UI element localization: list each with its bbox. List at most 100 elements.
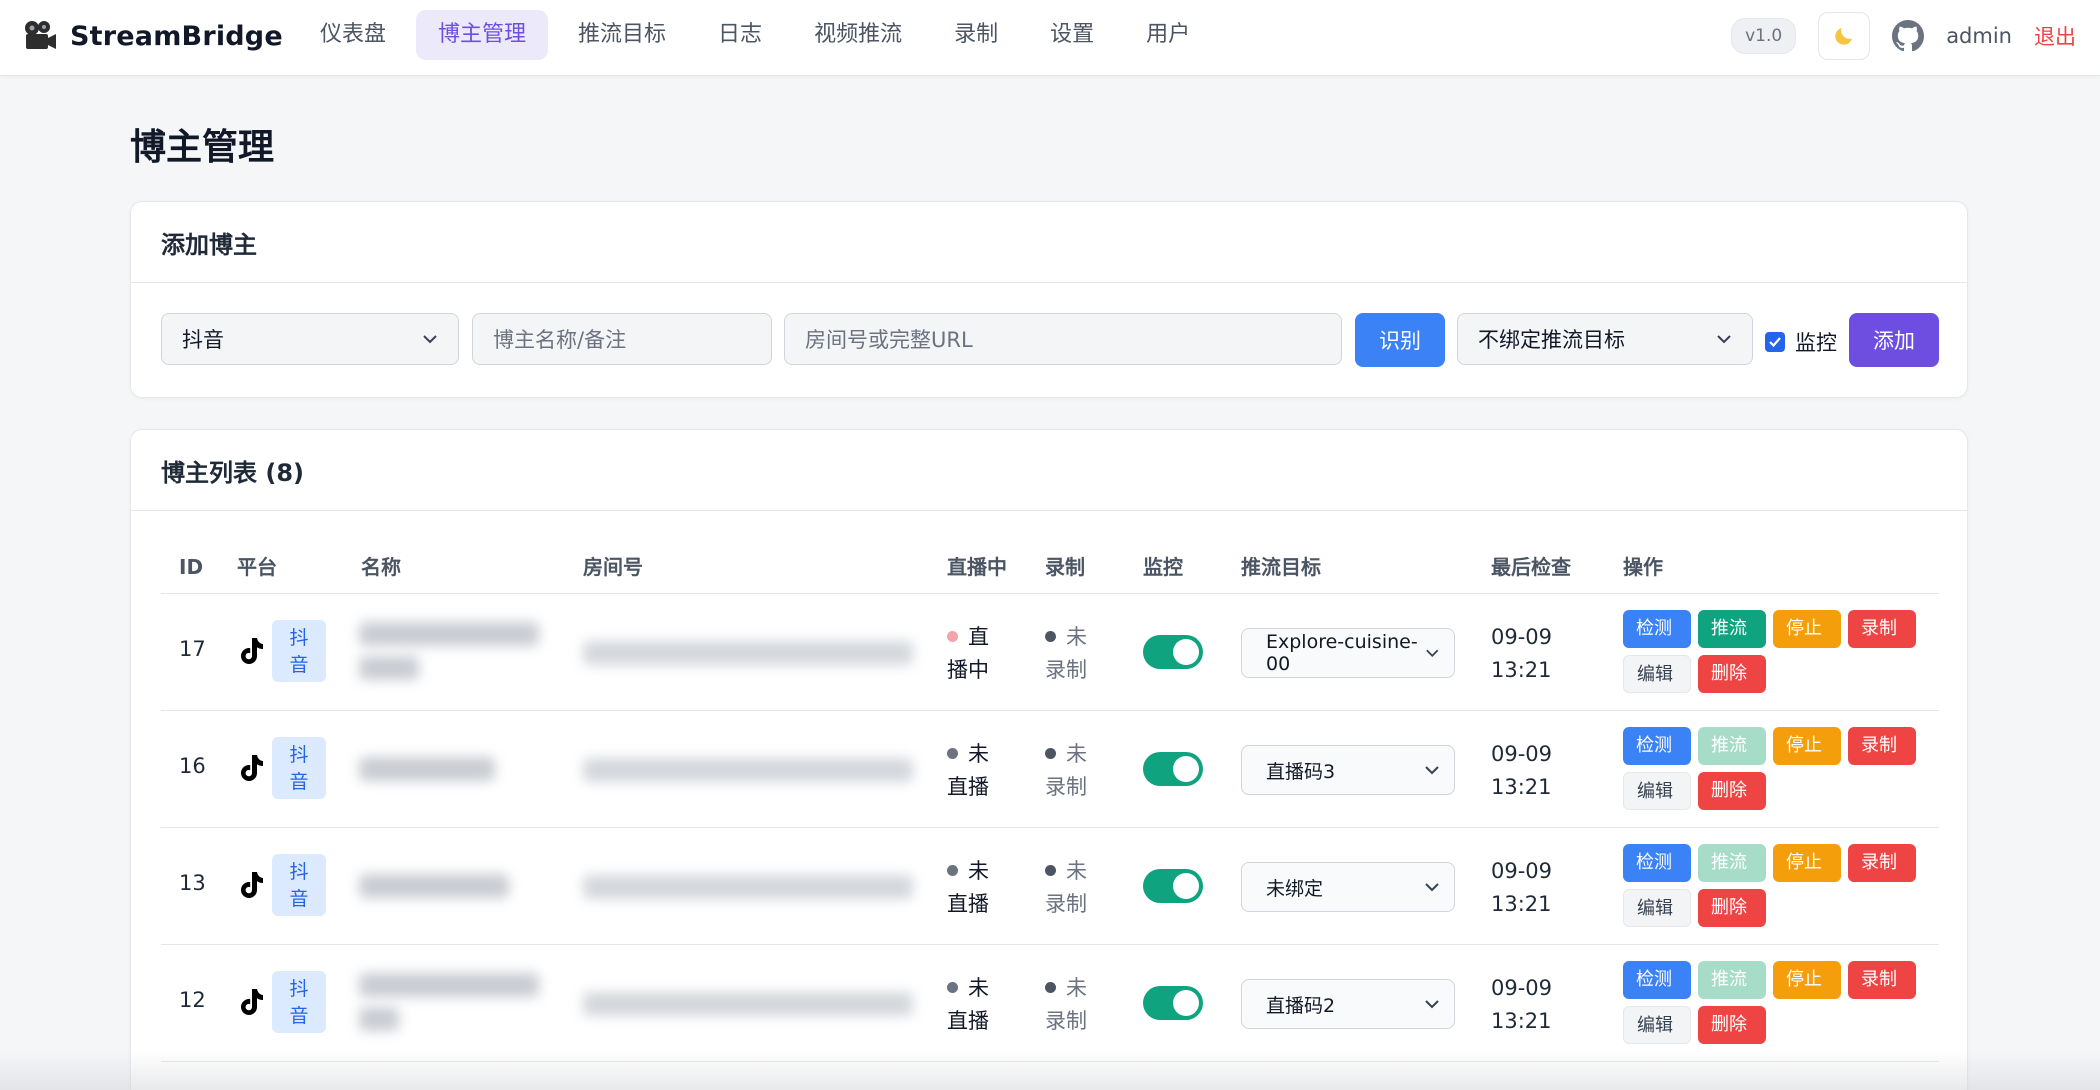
platform-badge: 抖音 xyxy=(272,971,326,1033)
push-button[interactable]: 推流 xyxy=(1698,610,1766,648)
live-status-l2: 直播 xyxy=(947,775,989,799)
row-push-target-select[interactable]: 未绑定 xyxy=(1241,862,1455,912)
col-monitor: 监控 xyxy=(1143,555,1183,579)
blurred-name xyxy=(359,656,419,680)
delete-button[interactable]: 删除 xyxy=(1698,1006,1766,1044)
detect-button[interactable]: 检测 xyxy=(1623,727,1691,765)
push-button[interactable]: 推流 xyxy=(1698,844,1766,882)
edit-button[interactable]: 编辑 xyxy=(1623,889,1691,927)
detect-button[interactable]: 检测 xyxy=(1623,610,1691,648)
edit-button[interactable]: 编辑 xyxy=(1623,1006,1691,1044)
last-check: 09-09 13:21 xyxy=(1491,855,1552,921)
delete-button[interactable]: 删除 xyxy=(1698,889,1766,927)
main-nav: 仪表盘 博主管理 推流目标 日志 视频推流 录制 设置 用户 xyxy=(298,10,1212,60)
push-button[interactable]: 推流 xyxy=(1698,961,1766,999)
nav-blogger-management[interactable]: 博主管理 xyxy=(416,10,549,60)
push-target-select[interactable]: 不绑定推流目标 xyxy=(1457,313,1753,365)
tiktok-icon xyxy=(241,989,263,1015)
brand[interactable]: StreamBridge xyxy=(22,14,283,58)
monitor-toggle[interactable] xyxy=(1143,869,1203,903)
blurred-room-id xyxy=(583,875,913,899)
blurred-name xyxy=(359,757,495,781)
recording-status: 未录制 xyxy=(1045,855,1103,921)
last-check-time: 13:21 xyxy=(1491,775,1552,799)
monitor-toggle[interactable] xyxy=(1143,635,1203,669)
monitor-checkbox[interactable] xyxy=(1765,332,1785,352)
live-status-l1: 未 xyxy=(968,976,989,1000)
record-button[interactable]: 录制 xyxy=(1848,727,1916,765)
live-status-l1: 直 xyxy=(968,625,989,649)
nav-push-targets[interactable]: 推流目标 xyxy=(556,10,688,60)
live-dot xyxy=(947,864,958,876)
stop-button[interactable]: 停止 xyxy=(1773,961,1841,999)
push-button[interactable]: 推流 xyxy=(1698,727,1766,765)
row-push-target-select[interactable]: 直播码2 xyxy=(1241,979,1455,1029)
stop-button[interactable]: 停止 xyxy=(1773,844,1841,882)
live-status-l2: 直播 xyxy=(947,1009,989,1033)
delete-button[interactable]: 删除 xyxy=(1698,772,1766,810)
col-id: ID xyxy=(179,555,204,579)
detect-button[interactable]: 检测 xyxy=(1623,844,1691,882)
live-status: 未直播 xyxy=(947,972,1005,1038)
row-push-target-select[interactable]: Explore-cuisine-00 xyxy=(1241,628,1455,678)
nav-video-push[interactable]: 视频推流 xyxy=(792,10,924,60)
app-name: StreamBridge xyxy=(70,20,283,52)
stop-button[interactable]: 停止 xyxy=(1773,727,1841,765)
live-status: 直播中 xyxy=(947,621,1005,687)
platform-badge-text: 抖音 xyxy=(289,861,309,910)
recording-status-l2: 录制 xyxy=(1045,658,1087,682)
chevron-down-icon xyxy=(1425,1000,1439,1009)
table-row: 12 抖音 未直播 未录制 直播码2 09-09 13:21 检测 推流 停止 录… xyxy=(161,945,1939,1062)
last-check-date: 09-09 xyxy=(1491,625,1553,649)
nav-users[interactable]: 用户 xyxy=(1124,10,1212,60)
blogger-list-title: 博主列表 (8) xyxy=(131,430,1967,511)
recording-dot xyxy=(1045,981,1056,993)
row-push-target-value: 直播码3 xyxy=(1266,760,1336,783)
nav-dashboard[interactable]: 仪表盘 xyxy=(298,10,408,60)
live-dot xyxy=(947,747,958,759)
last-check: 09-09 13:21 xyxy=(1491,972,1552,1038)
edit-button[interactable]: 编辑 xyxy=(1623,772,1691,810)
theme-toggle-button[interactable] xyxy=(1818,12,1871,60)
room-id-input[interactable]: 房间号或完整URL xyxy=(784,313,1342,365)
logout-link[interactable]: 退出 xyxy=(2034,21,2076,51)
chevron-down-icon xyxy=(423,335,437,344)
recording-status-l2: 录制 xyxy=(1045,892,1087,916)
tiktok-icon xyxy=(241,638,263,664)
live-status: 未直播 xyxy=(947,738,1005,804)
detect-button[interactable]: 检测 xyxy=(1623,961,1691,999)
monitor-toggle[interactable] xyxy=(1143,752,1203,786)
push-target-select-value: 不绑定推流目标 xyxy=(1478,328,1625,352)
nav-right: v1.0 admin 退出 xyxy=(1731,11,2076,61)
nav-settings[interactable]: 设置 xyxy=(1028,10,1116,60)
add-blogger-card: 添加博主 抖音 博主名称/备注 房间号或完整URL 识别 不绑定推流目标 监控 … xyxy=(130,201,1968,398)
monitor-checkbox-label[interactable]: 监控 xyxy=(1765,327,1837,357)
record-button[interactable]: 录制 xyxy=(1848,844,1916,882)
row-push-target-select[interactable]: 直播码3 xyxy=(1241,745,1455,795)
blogger-name-input[interactable]: 博主名称/备注 xyxy=(472,313,772,365)
recognize-button[interactable]: 识别 xyxy=(1355,313,1445,367)
col-last-check: 最后检查 xyxy=(1491,555,1571,579)
platform-badge-text: 抖音 xyxy=(289,744,309,793)
chevron-down-icon xyxy=(1426,649,1439,658)
github-icon[interactable] xyxy=(1892,20,1925,52)
tiktok-icon xyxy=(241,755,263,781)
last-check-time: 13:21 xyxy=(1491,892,1552,916)
add-button[interactable]: 添加 xyxy=(1849,313,1939,367)
nav-logs[interactable]: 日志 xyxy=(696,10,784,60)
live-status-l2: 直播 xyxy=(947,892,989,916)
record-button[interactable]: 录制 xyxy=(1848,961,1916,999)
row-id: 17 xyxy=(179,637,206,661)
edit-button[interactable]: 编辑 xyxy=(1623,655,1691,693)
platform-badge: 抖音 xyxy=(272,854,326,916)
bottom-fade xyxy=(0,1050,2100,1090)
stop-button[interactable]: 停止 xyxy=(1773,610,1841,648)
recording-dot xyxy=(1045,747,1056,759)
col-actions: 操作 xyxy=(1623,555,1663,579)
monitor-toggle[interactable] xyxy=(1143,986,1203,1020)
add-blogger-title: 添加博主 xyxy=(131,202,1967,283)
nav-recording[interactable]: 录制 xyxy=(932,10,1020,60)
delete-button[interactable]: 删除 xyxy=(1698,655,1766,693)
record-button[interactable]: 录制 xyxy=(1848,610,1916,648)
platform-select[interactable]: 抖音 xyxy=(161,313,459,365)
